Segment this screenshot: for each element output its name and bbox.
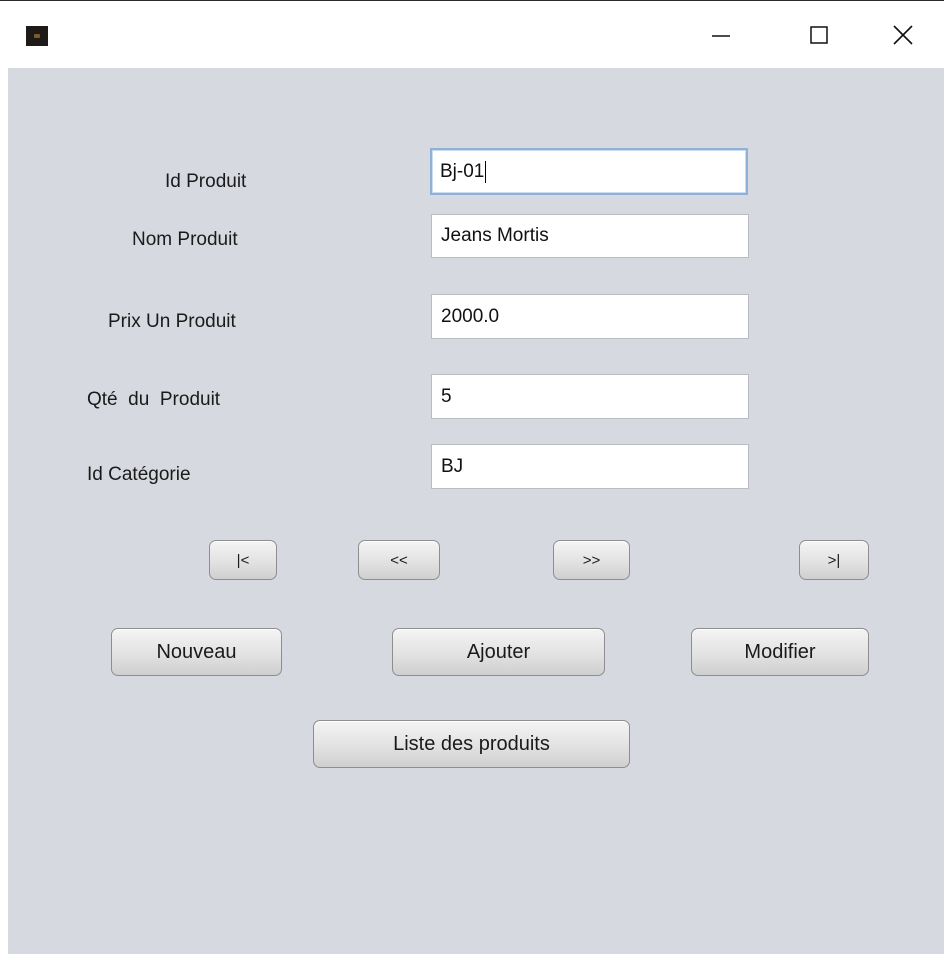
id-produit-input[interactable]: Bj-01 <box>430 148 748 195</box>
id-produit-label: Id Produit <box>165 171 247 192</box>
nom-produit-value: Jeans Mortis <box>441 225 549 246</box>
nom-produit-input[interactable]: Jeans Mortis <box>431 214 749 258</box>
nom-produit-label: Nom Produit <box>132 229 238 250</box>
close-button[interactable] <box>862 2 944 68</box>
liste-produits-button[interactable]: Liste des produits <box>313 720 630 768</box>
next-record-button[interactable]: >> <box>553 540 630 580</box>
nouveau-button[interactable]: Nouveau <box>111 628 282 676</box>
qte-produit-label: Qté du Produit <box>87 389 221 410</box>
text-caret <box>485 160 487 183</box>
close-icon <box>893 25 913 45</box>
maximize-button[interactable] <box>774 2 864 68</box>
id-categorie-value: BJ <box>441 455 464 477</box>
id-categorie-input[interactable]: BJ <box>431 444 749 489</box>
last-record-button[interactable]: >| <box>799 540 869 580</box>
form-panel: Id Produit Bj-01 Nom Produit Jeans Morti… <box>8 68 944 954</box>
title-bar[interactable] <box>0 1 944 67</box>
maximize-icon <box>810 26 828 44</box>
prix-produit-input[interactable]: 2000.0 <box>431 294 749 339</box>
id-produit-value: Bj-01 <box>440 160 485 182</box>
id-categorie-label: Id Catégorie <box>87 464 191 485</box>
minimize-icon <box>712 35 730 37</box>
previous-record-button[interactable]: << <box>358 540 440 580</box>
prix-produit-value: 2000.0 <box>441 305 500 327</box>
ajouter-button[interactable]: Ajouter <box>392 628 605 676</box>
app-icon[interactable] <box>26 26 48 46</box>
qte-produit-input[interactable]: 5 <box>431 374 749 419</box>
minimize-button[interactable] <box>676 2 766 68</box>
modifier-button[interactable]: Modifier <box>691 628 869 676</box>
app-window: Id Produit Bj-01 Nom Produit Jeans Morti… <box>0 0 944 954</box>
first-record-button[interactable]: |< <box>209 540 277 580</box>
prix-produit-label: Prix Un Produit <box>108 311 236 332</box>
qte-produit-value: 5 <box>441 385 452 407</box>
